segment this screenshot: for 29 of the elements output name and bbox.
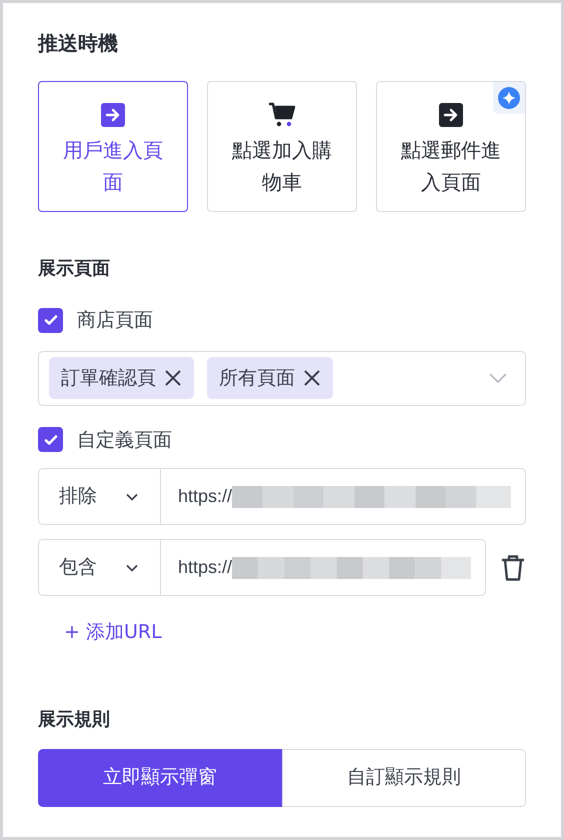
chevron-down-icon <box>489 373 507 383</box>
checkbox-label: 自定義頁面 <box>77 428 172 452</box>
rule-option[interactable]: 自訂顯示規則 <box>282 748 526 806</box>
section-title: 推送時機 <box>38 30 119 57</box>
enter-icon <box>439 102 463 126</box>
add-url-link[interactable]: + 添加URL <box>64 621 162 643</box>
rule-option[interactable]: 立即顯示彈窗 <box>38 748 282 806</box>
checkbox[interactable] <box>38 308 63 333</box>
trash-icon[interactable] <box>500 554 526 582</box>
enter-icon <box>101 102 125 126</box>
url-input-field[interactable]: https:// <box>161 539 486 596</box>
section-title: 展示規則 <box>38 708 111 732</box>
close-icon[interactable] <box>303 369 321 387</box>
cart-icon <box>268 102 296 128</box>
close-icon[interactable] <box>164 369 182 387</box>
chevron-down-icon <box>126 564 138 572</box>
url-input-field[interactable]: https:// <box>161 468 526 525</box>
tag-label: 所有頁面 <box>219 366 295 391</box>
checkbox[interactable] <box>38 427 63 452</box>
trigger-option[interactable]: 點選郵件進入頁面 <box>376 81 526 212</box>
trigger-option[interactable]: 點選加入購物車 <box>207 81 357 212</box>
section-title: 展示頁面 <box>38 257 111 281</box>
chevron-down-icon <box>126 492 138 500</box>
multi-select-field[interactable]: 訂單確認頁 所有頁面 <box>38 350 526 406</box>
mode-dropdown[interactable]: 排除 <box>38 468 161 525</box>
tag-label: 訂單確認頁 <box>61 366 156 391</box>
checkbox-label: 商店頁面 <box>77 308 153 333</box>
trigger-option[interactable]: 用戶進入頁面 <box>38 81 188 212</box>
mode-dropdown[interactable]: 包含 <box>38 539 161 596</box>
